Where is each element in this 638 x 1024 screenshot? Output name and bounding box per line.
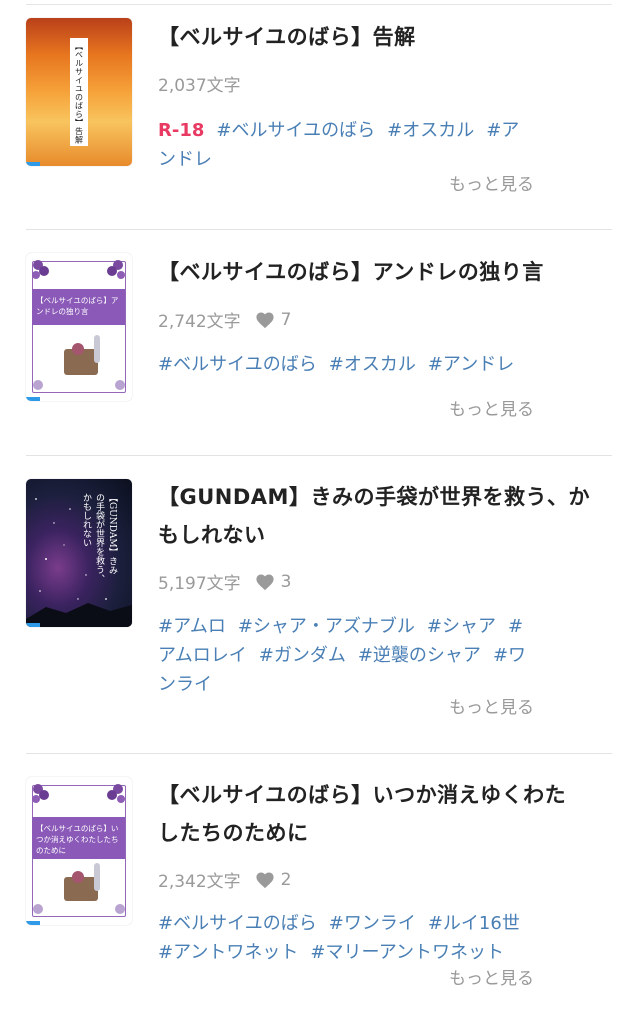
tag-list: #アムロ #シャア・アズナブル #シャア # アムロレイ #ガンダム #逆襲のシャア #ワンラ… xyxy=(158,612,548,699)
tag-link[interactable]: # xyxy=(508,616,523,637)
work-title-line: したちのために xyxy=(158,821,309,845)
item-divider xyxy=(26,455,612,456)
tag-list: R-18 #ベルサイユのばら #オスカル #アンドレ xyxy=(158,116,548,174)
work-title[interactable]: 【ベルサイユのばら】いつか消えゆくわた したちのために xyxy=(158,776,608,852)
like-number: 2 xyxy=(280,869,292,890)
cover-accent-bar xyxy=(26,921,40,925)
item-divider xyxy=(26,753,612,754)
tag-link-continued[interactable]: ンドレ xyxy=(158,149,212,170)
cover-accent-bar xyxy=(26,162,40,166)
tag-link[interactable]: #オスカル xyxy=(329,354,416,375)
work-title[interactable]: 【ベルサイユのばら】告解 xyxy=(158,18,608,56)
like-count[interactable]: 7 xyxy=(255,310,292,330)
tag-link[interactable]: #アントワネット xyxy=(158,942,298,963)
tag-list: #ベルサイユのばら #ワンライ #ルイ16世 #アントワネット #マリーアントワネット xyxy=(158,909,548,967)
tag-link[interactable]: #ベルサイユのばら xyxy=(158,913,317,934)
like-number: 7 xyxy=(280,309,292,330)
tag-link[interactable]: #ガンダム xyxy=(259,645,346,666)
grape-decoration-icon xyxy=(32,784,125,914)
work-cover[interactable]: 【ベルサイユのばら】いつか消えゆくわたしたちのために xyxy=(26,777,132,925)
more-link[interactable]: もっと見る xyxy=(449,964,534,989)
heart-icon xyxy=(256,573,274,590)
work-meta: 2,342文字 2 xyxy=(158,867,292,893)
tag-link-continued[interactable]: アムロレイ xyxy=(158,645,247,666)
more-link[interactable]: もっと見る xyxy=(449,395,534,420)
grape-decoration-icon xyxy=(32,260,125,390)
more-link[interactable]: もっと見る xyxy=(449,693,534,718)
work-title-line: もしれない xyxy=(158,523,266,547)
work-list: 【ベルサイユのばら】告解 【ベルサイユのばら】告解 2,037文字 R-18 #ベ… xyxy=(0,0,638,1024)
work-title-line: 【ベルサイユのばら】いつか消えゆくわた xyxy=(158,783,567,807)
work-meta: 2,742文字 7 xyxy=(158,307,292,333)
more-link[interactable]: もっと見る xyxy=(449,170,534,195)
work-cover[interactable]: 【ベルサイユのばら】告解 xyxy=(26,18,132,166)
item-divider xyxy=(26,229,612,230)
char-count: 2,037文字 xyxy=(158,76,241,96)
work-meta: 5,197文字 3 xyxy=(158,569,292,595)
char-count: 5,197文字 xyxy=(158,574,241,594)
tag-link[interactable]: #オスカル xyxy=(387,120,474,141)
top-divider xyxy=(26,4,612,5)
rating-badge: R-18 xyxy=(158,120,205,141)
like-count[interactable]: 2 xyxy=(255,870,292,890)
char-count: 2,342文字 xyxy=(158,872,241,892)
tag-link[interactable]: #ベルサイユのばら xyxy=(158,354,317,375)
tag-link[interactable]: #アムロ xyxy=(158,616,226,637)
work-cover[interactable]: 【ベルサイユのばら】アンドレの独り言 xyxy=(26,253,132,401)
tag-link[interactable]: #ワンライ xyxy=(329,913,416,934)
work-title[interactable]: 【GUNDAM】きみの手袋が世界を救う、か もしれない xyxy=(158,478,608,554)
cover-accent-bar xyxy=(26,623,40,627)
cover-accent-bar xyxy=(26,397,40,401)
cover-title: 【ベルサイユのばら】告解 xyxy=(74,42,84,144)
heart-icon xyxy=(256,311,274,328)
cover-title-panel: 【ベルサイユのばら】告解 xyxy=(70,38,88,146)
work-title[interactable]: 【ベルサイユのばら】アンドレの独り言 xyxy=(158,253,608,291)
cover-title: 【GUNDAM】きみの手袋が世界を救う、かもしれない xyxy=(81,493,117,583)
like-number: 3 xyxy=(280,571,292,592)
tag-link[interactable]: #マリーアントワネット xyxy=(310,942,504,963)
char-count: 2,742文字 xyxy=(158,312,241,332)
heart-icon xyxy=(256,871,274,888)
tag-list: #ベルサイユのばら #オスカル #アンドレ xyxy=(158,350,548,379)
tag-link[interactable]: #シャア・アズナブル xyxy=(238,616,415,637)
tag-link[interactable]: #ルイ16世 xyxy=(428,913,520,934)
tag-link[interactable]: #逆襲のシャア xyxy=(358,645,481,666)
tag-link-continued[interactable]: ンライ xyxy=(158,674,212,695)
work-meta: 2,037文字 xyxy=(158,71,241,96)
tag-link[interactable]: #ワ xyxy=(493,645,526,666)
tag-link[interactable]: #ベルサイユのばら xyxy=(216,120,375,141)
work-cover[interactable]: 【GUNDAM】きみの手袋が世界を救う、かもしれない xyxy=(26,479,132,627)
like-count[interactable]: 3 xyxy=(255,572,292,592)
tag-link[interactable]: #シャア xyxy=(427,616,496,637)
tag-link[interactable]: #ア xyxy=(486,120,519,141)
tag-link[interactable]: #アンドレ xyxy=(428,354,514,375)
work-title-line: 【GUNDAM】きみの手袋が世界を救う、か xyxy=(158,485,590,509)
